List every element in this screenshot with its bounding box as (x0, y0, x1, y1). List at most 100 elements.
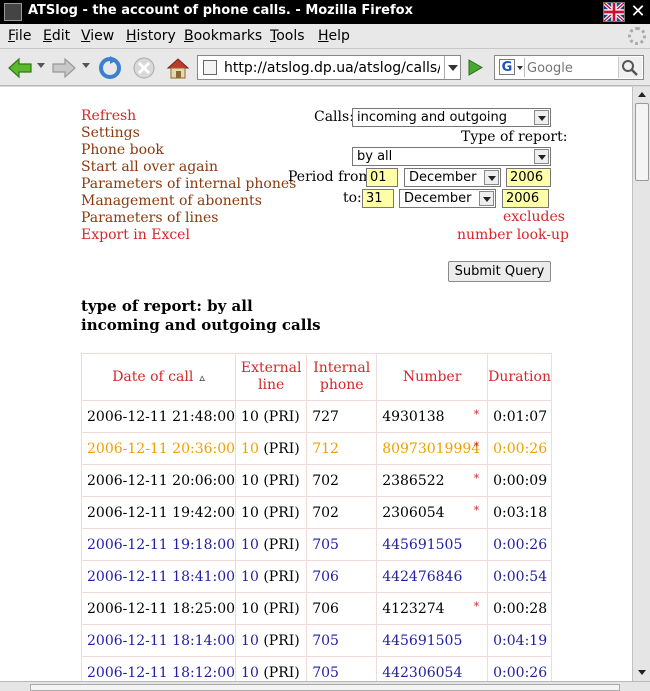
page-viewport: Refresh Settings Phone book Start all ov… (0, 87, 632, 681)
chevron-down-icon (484, 170, 499, 185)
back-arrow-icon (8, 57, 32, 79)
cell-number[interactable]: 442306054 (376, 656, 489, 681)
forward-arrow-icon (52, 57, 76, 79)
calls-select[interactable]: incoming and outgoing (352, 108, 551, 127)
activity-throbber-icon (628, 27, 646, 45)
window-close-button[interactable]: ✕ (628, 0, 648, 24)
from-year-input[interactable]: 2006 (506, 168, 551, 187)
table-row: 2006-12-11 18:41:00 10 (PRI) 706 442476846 0… (80, 560, 552, 593)
cell-date: 2006-12-11 18:25:00 (80, 592, 237, 625)
number-lookup-link[interactable]: number look-up (457, 227, 569, 243)
table-row: 2006-12-11 19:42:00 10 (PRI) 702 2306054 * 0:… (80, 496, 552, 529)
cell-internal-phone: 702 (306, 496, 378, 529)
menu-view[interactable]: View (81, 28, 114, 44)
location-bar[interactable]: http://atslog.dp.ua/atslog/calls/ir (197, 55, 461, 80)
sort-ascending-icon: ▵ (199, 370, 205, 384)
table-row: 2006-12-11 21:48:00 10 (PRI) 727 4930138 * 0:… (80, 400, 552, 433)
forward-history-dropdown[interactable] (82, 63, 90, 68)
cell-number[interactable]: 2306054 * (376, 496, 489, 529)
menu-help[interactable]: Help (318, 28, 350, 44)
excludes-link[interactable]: excludes (503, 209, 565, 225)
cell-duration: 0:03:18 (487, 496, 552, 529)
chevron-down-icon (534, 149, 549, 164)
menu-history[interactable]: History (126, 28, 176, 44)
cell-internal-phone: 712 (306, 432, 378, 465)
menu-tools[interactable]: Tools (270, 28, 305, 44)
submit-query-button[interactable]: Submit Query (448, 261, 551, 282)
report-type-select[interactable]: by all (352, 147, 551, 166)
cell-number[interactable]: 4930138 * (376, 400, 489, 433)
star-marker: * (473, 600, 480, 613)
lines-params-link[interactable]: Parameters of lines (81, 210, 296, 227)
star-marker: * (473, 408, 480, 421)
cell-internal-phone: 706 (306, 592, 378, 625)
cell-date: 2006-12-11 21:48:00 (80, 400, 237, 433)
scroll-up-arrow-icon[interactable] (635, 88, 649, 102)
menu-bookmarks[interactable]: Bookmarks (184, 28, 262, 44)
cell-number[interactable]: 445691505 (376, 624, 489, 657)
period-from-label: Period from: (288, 169, 377, 185)
table-header-row: Date of call ▵ External line Internal phone… (80, 353, 552, 401)
back-history-dropdown[interactable] (37, 63, 45, 68)
table-row: 2006-12-11 20:36:00 10 (PRI) 712 8097301999… (80, 432, 552, 465)
page-favicon-icon (203, 60, 217, 75)
cell-duration: 0:00:26 (487, 432, 552, 465)
search-engine-selector[interactable]: G (497, 58, 525, 77)
cell-number[interactable]: 445691505 (376, 528, 489, 561)
from-month-select[interactable]: December (404, 168, 501, 187)
cell-number[interactable]: 4123274 * (376, 592, 489, 625)
from-day-input[interactable]: 01 (366, 168, 398, 187)
cell-date: 2006-12-11 19:18:00 (80, 528, 237, 561)
horizontal-scrollbar[interactable] (0, 681, 650, 691)
report-type-label: Type of report: (461, 129, 568, 145)
search-button[interactable] (618, 57, 642, 78)
start-over-link[interactable]: Start all over again (81, 159, 296, 176)
to-year-input[interactable]: 2006 (502, 189, 549, 208)
cell-external-line: 10 (PRI) (235, 400, 308, 433)
cell-internal-phone: 702 (306, 464, 378, 497)
column-header-external-line[interactable]: External line (235, 353, 308, 401)
main-links: Refresh Settings Phone book Start all ov… (81, 108, 296, 244)
column-header-duration[interactable]: Duration (487, 353, 552, 401)
export-excel-link[interactable]: Export in Excel (81, 227, 296, 244)
cell-number[interactable]: 80973019994 * (376, 432, 489, 465)
column-header-internal-phone[interactable]: Internal phone (306, 353, 378, 401)
settings-link[interactable]: Settings (81, 125, 296, 142)
stop-icon (133, 57, 155, 79)
menu-edit[interactable]: Edit (43, 28, 70, 44)
window-menu-icon[interactable] (4, 3, 22, 21)
refresh-link[interactable]: Refresh (81, 108, 296, 125)
horizontal-scroll-thumb[interactable] (30, 684, 620, 691)
back-button[interactable] (6, 54, 34, 82)
to-day-input[interactable]: 31 (362, 189, 394, 208)
column-header-date[interactable]: Date of call ▵ (80, 353, 237, 401)
search-input[interactable] (527, 60, 615, 76)
star-marker: * (473, 472, 480, 485)
phone-book-link[interactable]: Phone book (81, 142, 296, 159)
forward-button[interactable] (50, 54, 78, 82)
cell-external-line: 10 (PRI) (235, 432, 308, 465)
vertical-scroll-thumb[interactable] (635, 103, 649, 181)
scroll-down-arrow-icon[interactable] (635, 665, 649, 679)
cell-number[interactable]: 2386522 * (376, 464, 489, 497)
keyboard-layout-flag-icon[interactable] (603, 2, 625, 22)
url-history-dropdown[interactable] (444, 56, 460, 79)
cell-date: 2006-12-11 20:36:00 (80, 432, 237, 465)
cell-duration: 0:00:09 (487, 464, 552, 497)
cell-duration: 0:04:19 (487, 624, 552, 657)
reload-button[interactable] (96, 54, 124, 82)
table-row: 2006-12-11 20:06:00 10 (PRI) 702 2386522 * 0:… (80, 464, 552, 497)
cell-external-line: 10 (PRI) (235, 528, 308, 561)
url-text[interactable]: http://atslog.dp.ua/atslog/calls/ir (224, 60, 440, 76)
stop-button[interactable] (130, 54, 158, 82)
menu-file[interactable]: File (8, 28, 31, 44)
column-header-number[interactable]: Number (376, 353, 489, 401)
vertical-scrollbar[interactable] (632, 87, 650, 681)
home-button[interactable] (164, 54, 192, 82)
search-bar[interactable]: G (494, 55, 644, 80)
go-button[interactable] (463, 56, 487, 79)
cell-number[interactable]: 442476846 (376, 560, 489, 593)
to-month-select[interactable]: December (399, 189, 496, 208)
internal-phones-params-link[interactable]: Parameters of internal phones (81, 176, 296, 193)
abonents-management-link[interactable]: Management of abonents (81, 193, 296, 210)
